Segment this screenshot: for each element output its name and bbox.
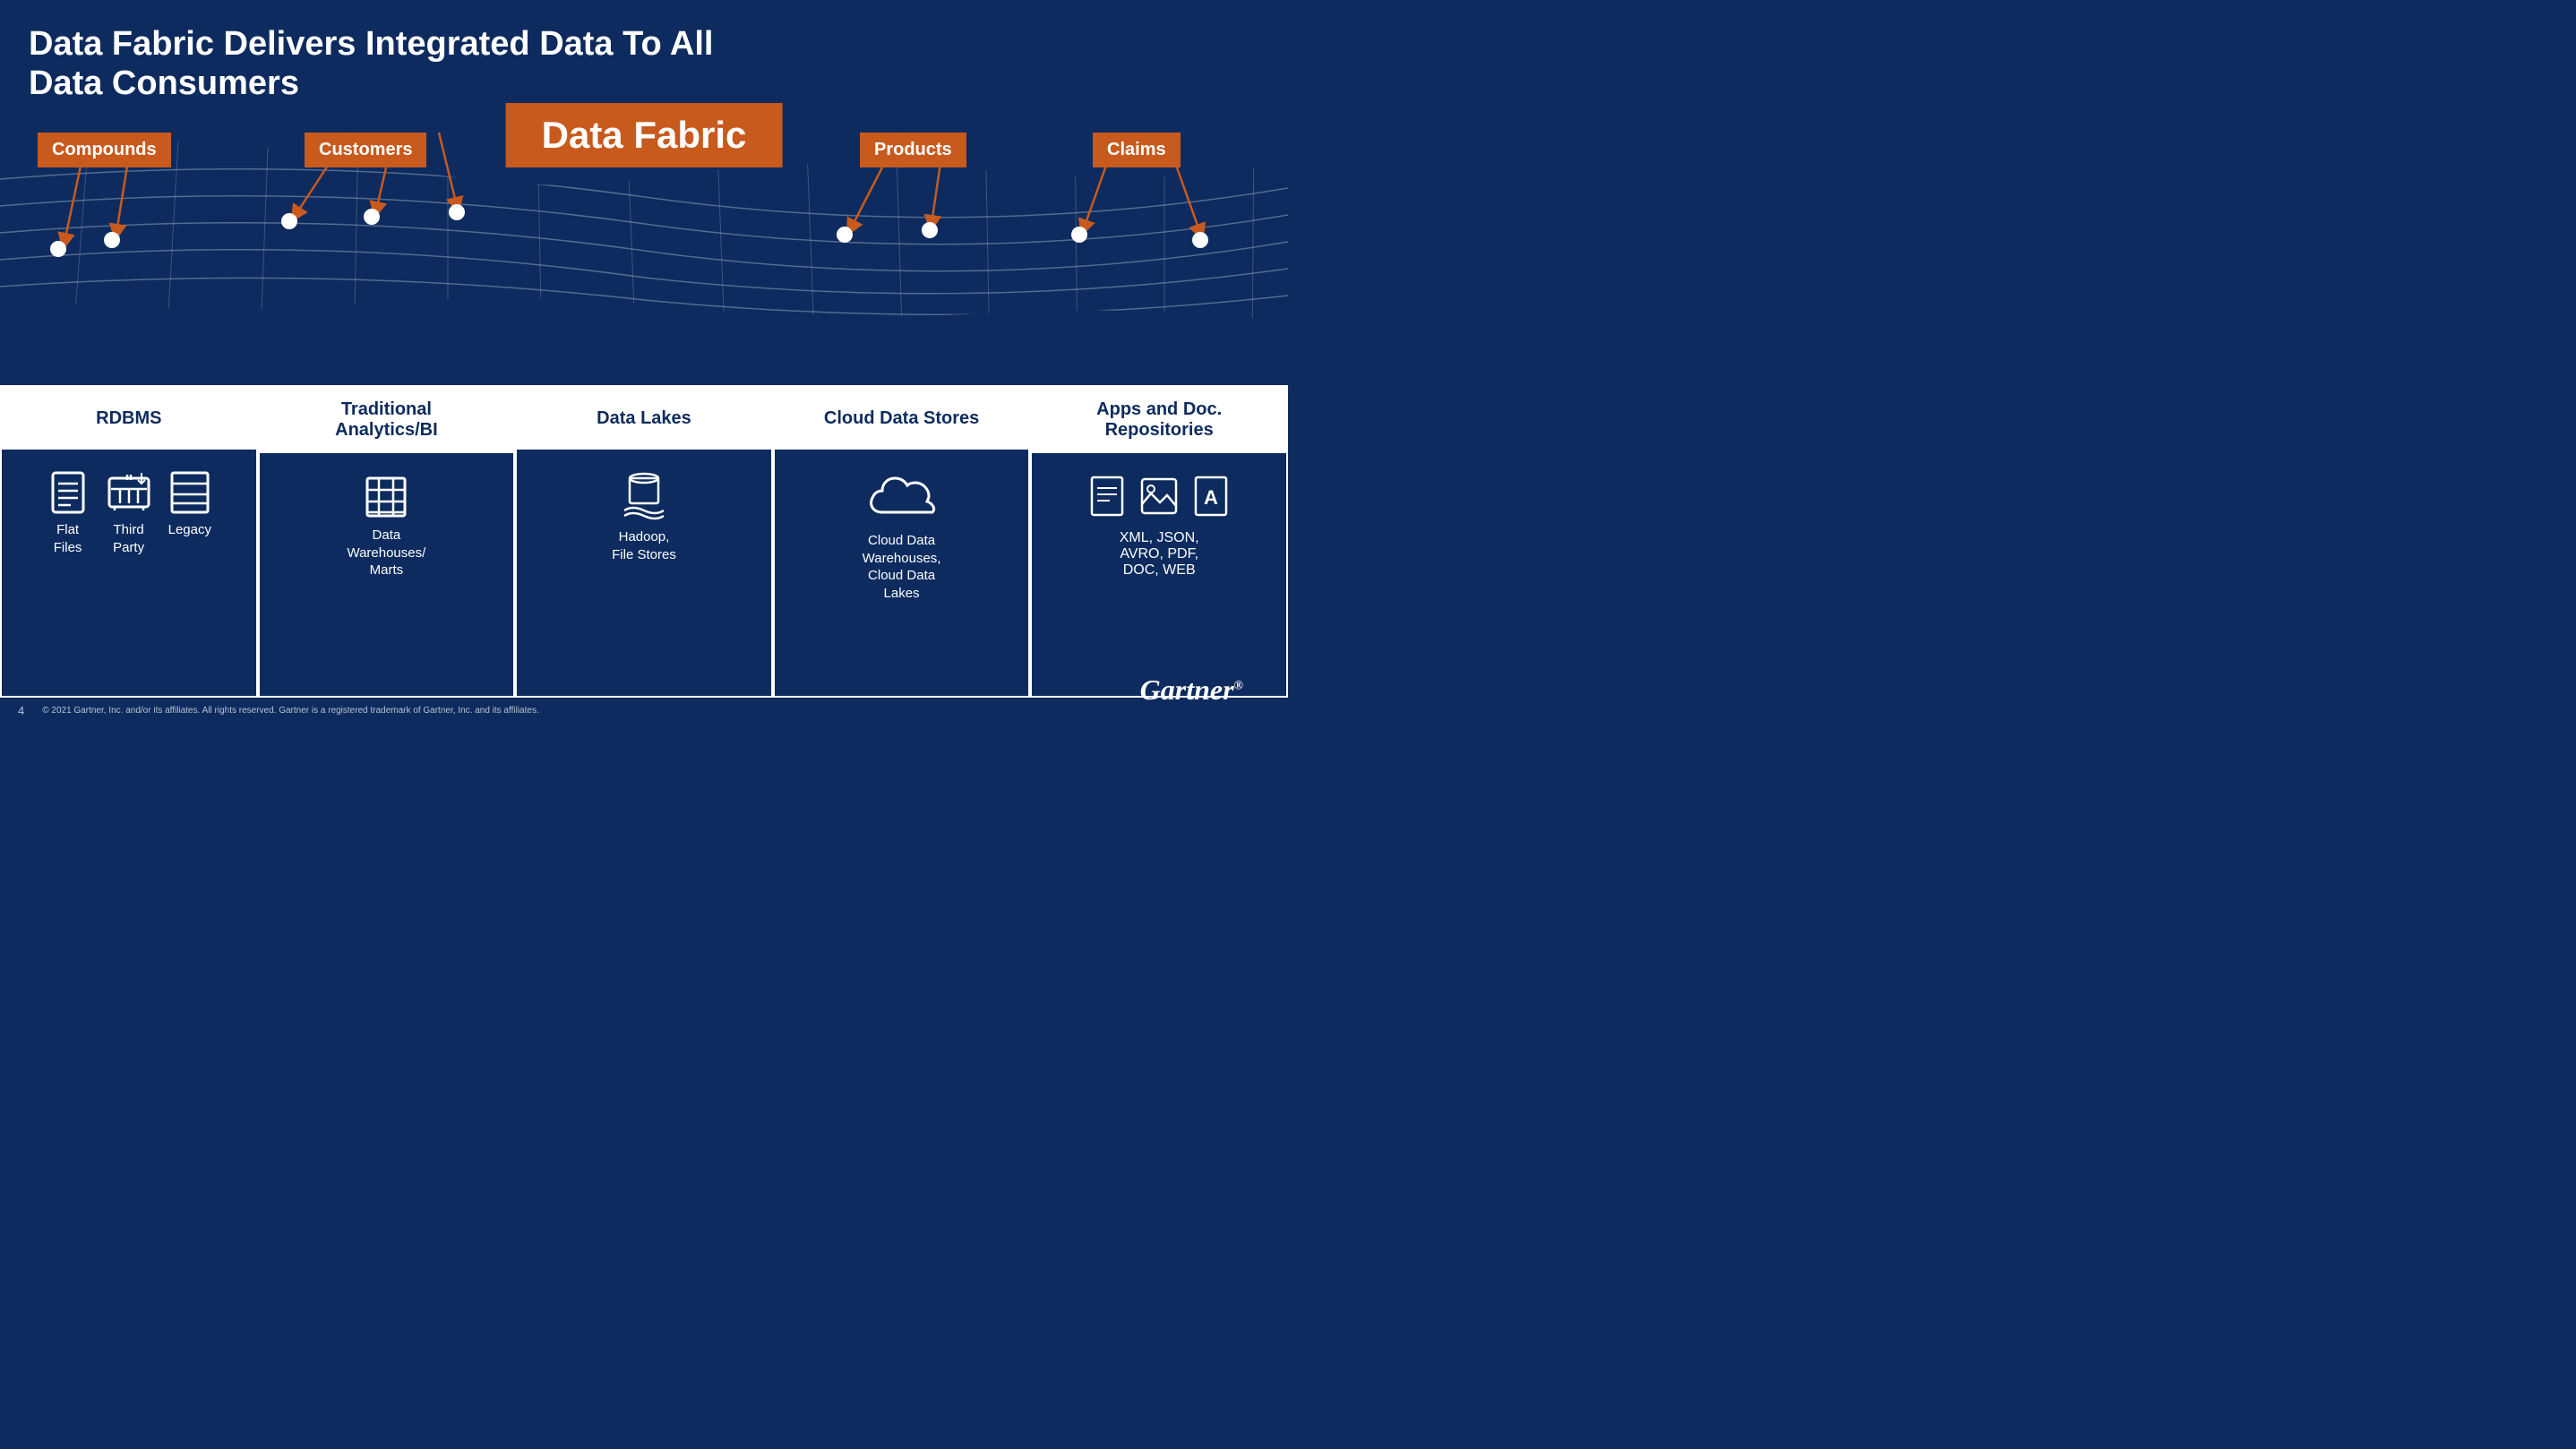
flat-files-icon	[47, 471, 90, 514]
cloud-label: Cloud DataWarehouses,Cloud DataLakes	[863, 532, 941, 602]
text-doc-icon: A	[1189, 475, 1232, 518]
hadoop-icon	[621, 471, 667, 521]
hadoop-label: Hadoop,File Stores	[612, 528, 676, 563]
apps-docs-category: Apps and Doc.Repositories	[1030, 385, 1288, 698]
compounds-label: Compounds	[38, 133, 171, 167]
gartner-logo: Gartner®	[1140, 673, 1243, 707]
legacy-icon	[168, 471, 211, 514]
analytics-category: TraditionalAnalytics/BI DataWarehouses/M…	[258, 385, 516, 698]
flat-files-label: FlatFiles	[54, 521, 82, 556]
legacy-label: Legacy	[168, 521, 211, 539]
third-party-label: ThirdParty	[113, 521, 144, 556]
claims-label: Claims	[1093, 133, 1181, 167]
copyright-text: © 2021 Gartner, Inc. and/or its affiliat…	[42, 706, 538, 716]
flat-files-item: FlatFiles	[47, 471, 90, 556]
apps-docs-icons: A XML, JSON,AVRO, PDF,DOC, WEB	[1033, 453, 1286, 587]
page-number: 4	[18, 704, 24, 717]
customers-label: Customers	[305, 133, 426, 167]
data-lakes-icons: Hadoop,File Stores	[603, 450, 685, 572]
data-lakes-category: Data Lakes Hadoop,File Stores	[515, 385, 773, 698]
rdbms-header: RDBMS	[2, 387, 256, 450]
analytics-header: TraditionalAnalytics/BI	[260, 387, 514, 453]
cloud-data-stores-category: Cloud Data Stores Cloud DataWarehouses,C…	[773, 385, 1031, 698]
xml-doc-item	[1086, 475, 1129, 518]
data-lakes-header: Data Lakes	[517, 387, 771, 450]
page-title: Data Fabric Delivers Integrated Data To …	[29, 25, 727, 103]
image-doc-icon	[1138, 475, 1181, 518]
data-fabric-badge: Data Fabric	[506, 103, 783, 167]
footer: 4 © 2021 Gartner, Inc. and/or its affili…	[18, 704, 1270, 717]
text-doc-item: A	[1189, 475, 1232, 518]
xml-label: XML, JSON,AVRO, PDF,DOC, WEB	[1042, 530, 1277, 579]
legacy-item: Legacy	[168, 471, 211, 539]
cloud-item: Cloud DataWarehouses,Cloud DataLakes	[863, 471, 941, 602]
cloud-icons: Cloud DataWarehouses,Cloud DataLakes	[854, 450, 950, 611]
data-warehouse-item: DataWarehouses/Marts	[347, 475, 425, 579]
xml-doc-icon	[1086, 475, 1129, 518]
data-categories-section: RDBMS FlatFiles	[0, 385, 1288, 698]
cloud-data-stores-header: Cloud Data Stores	[775, 387, 1029, 450]
hadoop-item: Hadoop,File Stores	[612, 471, 676, 563]
rdbms-category: RDBMS FlatFiles	[0, 385, 258, 698]
image-doc-item	[1138, 475, 1181, 518]
third-party-item: ThirdParty	[107, 471, 150, 556]
third-party-icon	[107, 471, 150, 514]
data-warehouse-icon	[364, 475, 408, 519]
data-warehouse-label: DataWarehouses/Marts	[347, 527, 425, 579]
products-label: Products	[860, 133, 966, 167]
svg-text:A: A	[1204, 486, 1218, 509]
cloud-icon	[866, 471, 938, 525]
apps-docs-header: Apps and Doc.Repositories	[1032, 387, 1286, 453]
rdbms-icons: FlatFiles Thir	[38, 450, 220, 565]
analytics-icons: DataWarehouses/Marts	[338, 453, 434, 588]
